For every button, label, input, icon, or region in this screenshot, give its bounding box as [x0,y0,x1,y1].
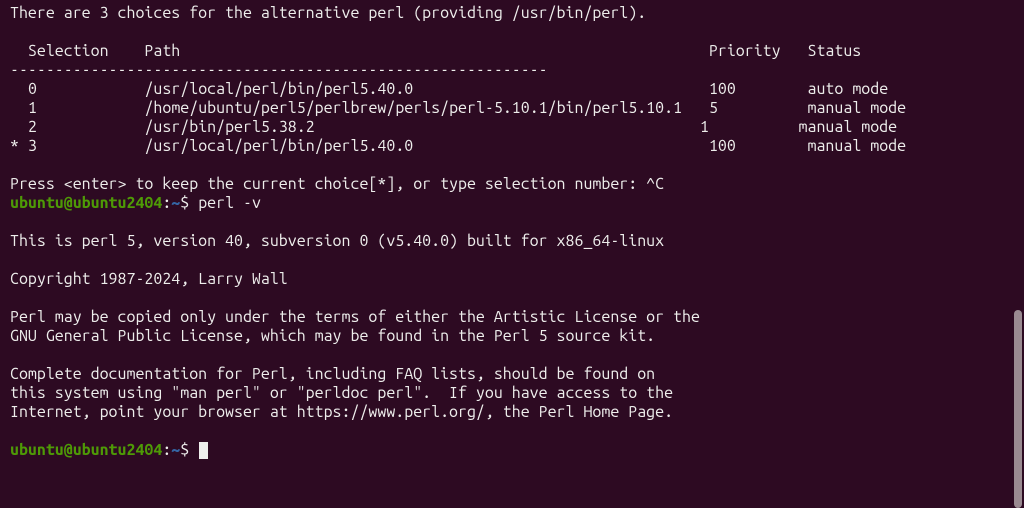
alternatives-separator: ----------------------------------------… [10,61,1024,80]
shell-prompt-2[interactable]: ubuntu@ubuntu2404:~$ [10,441,1024,460]
blank-line [10,346,1024,365]
blank-line [10,23,1024,42]
shell-prompt-1[interactable]: ubuntu@ubuntu2404:~$ perl -v [10,194,1024,213]
scrollbar-thumb[interactable] [1014,310,1022,508]
blank-line [10,213,1024,232]
alternatives-row-2: 2 /usr/bin/perl5.38.2 1 manual mode [10,118,1024,137]
prompt-user: ubuntu@ubuntu2404 [10,441,162,459]
perl-docs-line-1: Complete documentation for Perl, includi… [10,365,1024,384]
terminal-window[interactable]: There are 3 choices for the alternative … [0,0,1024,508]
prompt-path: ~ [171,441,180,459]
alternatives-header: Selection Path Priority Status [10,42,1024,61]
blank-line [10,289,1024,308]
cursor-icon [199,442,208,459]
prompt-colon: : [162,194,171,212]
perl-license-line-1: Perl may be copied only under the terms … [10,308,1024,327]
alternatives-intro: There are 3 choices for the alternative … [10,4,1024,23]
perl-docs-line-3: Internet, point your browser at https://… [10,403,1024,422]
prompt-dollar: $ [180,194,198,212]
perl-docs-line-2: this system using "man perl" or "perldoc… [10,384,1024,403]
prompt-path: ~ [171,194,180,212]
alternatives-row-1: 1 /home/ubuntu/perl5/perlbrew/perls/perl… [10,99,1024,118]
alternatives-row-3: * 3 /usr/local/perl/bin/perl5.40.0 100 m… [10,137,1024,156]
alternatives-row-0: 0 /usr/local/perl/bin/perl5.40.0 100 aut… [10,80,1024,99]
blank-line [10,422,1024,441]
perl-copyright-line: Copyright 1987-2024, Larry Wall [10,270,1024,289]
prompt-user: ubuntu@ubuntu2404 [10,194,162,212]
perl-license-line-2: GNU General Public License, which may be… [10,327,1024,346]
perl-version-line: This is perl 5, version 40, subversion 0… [10,232,1024,251]
prompt-colon: : [162,441,171,459]
prompt-dollar: $ [180,441,198,459]
alternatives-prompt: Press <enter> to keep the current choice… [10,175,1024,194]
blank-line [10,156,1024,175]
command-text: perl -v [198,194,261,212]
blank-line [10,251,1024,270]
